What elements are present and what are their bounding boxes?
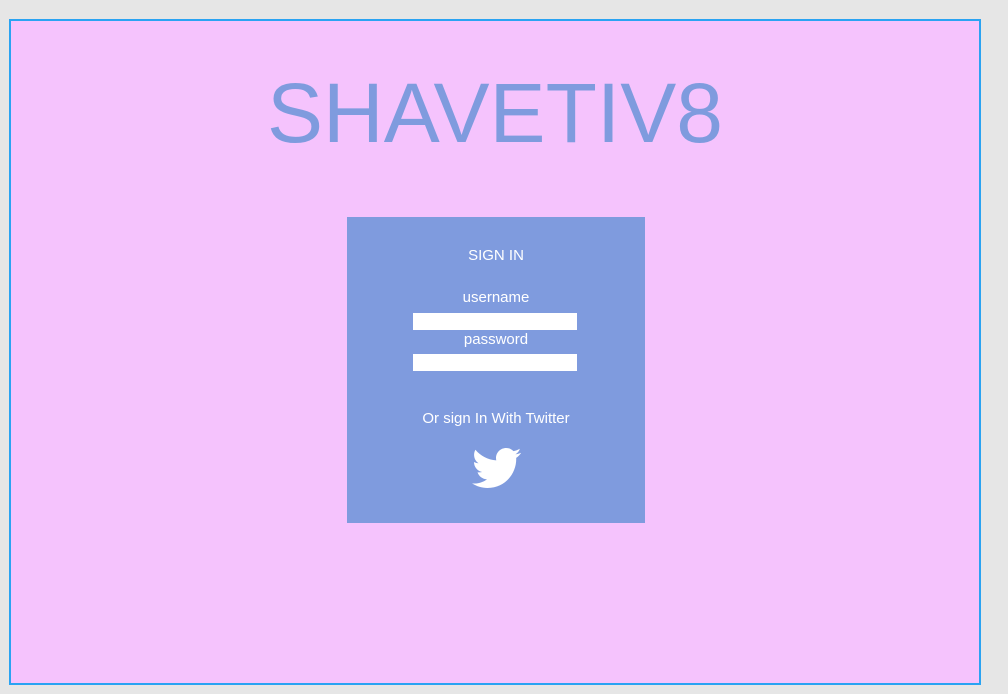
- twitter-signin-button[interactable]: [467, 442, 525, 494]
- username-input[interactable]: [413, 313, 577, 330]
- signin-heading: SIGN IN: [468, 247, 524, 264]
- twitter-bird-icon: [467, 442, 525, 494]
- username-label: username: [462, 289, 530, 306]
- password-label: password: [463, 331, 529, 348]
- password-input[interactable]: [413, 354, 577, 371]
- signin-card: SIGN IN username password Or sign In Wit…: [347, 217, 645, 523]
- page-frame: SHAVETIV8 SIGN IN username password Or s…: [9, 19, 981, 685]
- twitter-signin-text: Or sign In With Twitter: [422, 410, 570, 427]
- brand-title: SHAVETIV8: [267, 66, 723, 160]
